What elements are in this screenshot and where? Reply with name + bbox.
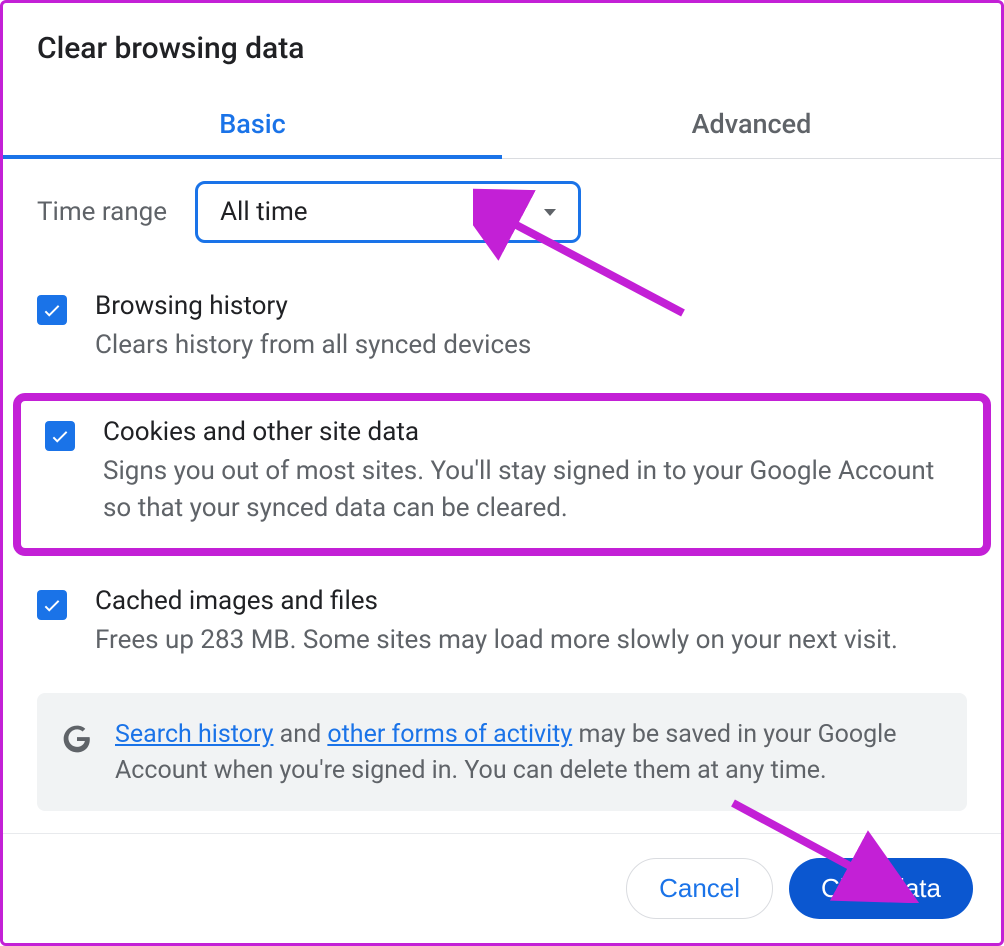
google-logo-icon bbox=[61, 723, 93, 759]
tab-bar: Basic Advanced bbox=[3, 90, 1001, 159]
check-icon bbox=[41, 299, 63, 321]
option-title: Cookies and other site data bbox=[103, 417, 959, 447]
option-title: Browsing history bbox=[95, 291, 967, 321]
checkbox-cache[interactable] bbox=[37, 590, 67, 620]
caret-down-icon bbox=[544, 209, 556, 216]
tab-basic[interactable]: Basic bbox=[3, 90, 502, 158]
clear-data-button[interactable]: Clear data bbox=[789, 858, 973, 919]
dialog-title: Clear browsing data bbox=[3, 3, 1001, 90]
time-range-row: Time range All time bbox=[3, 159, 1001, 269]
option-desc: Frees up 283 MB. Some sites may load mor… bbox=[95, 622, 967, 658]
other-activity-link[interactable]: other forms of activity bbox=[327, 720, 572, 749]
tab-advanced[interactable]: Advanced bbox=[502, 90, 1001, 158]
dialog-footer: Cancel Clear data bbox=[3, 833, 1001, 943]
time-range-label: Time range bbox=[37, 197, 167, 227]
search-history-link[interactable]: Search history bbox=[115, 720, 273, 749]
option-browsing-history: Browsing history Clears history from all… bbox=[3, 269, 1001, 385]
time-range-value: All time bbox=[220, 197, 307, 227]
check-icon bbox=[49, 425, 71, 447]
check-icon bbox=[41, 594, 63, 616]
option-desc: Clears history from all synced devices bbox=[95, 327, 967, 363]
option-cookies: Cookies and other site data Signs you ou… bbox=[13, 393, 991, 556]
checkbox-cookies[interactable] bbox=[45, 421, 75, 451]
time-range-select[interactable]: All time bbox=[195, 181, 581, 243]
option-title: Cached images and files bbox=[95, 586, 967, 616]
checkbox-browsing-history[interactable] bbox=[37, 295, 67, 325]
clear-browsing-data-dialog: Clear browsing data Basic Advanced Time … bbox=[0, 0, 1004, 946]
option-cache: Cached images and files Frees up 283 MB.… bbox=[3, 564, 1001, 680]
option-desc: Signs you out of most sites. You'll stay… bbox=[103, 453, 959, 526]
info-text: Search history and other forms of activi… bbox=[115, 717, 943, 790]
cancel-button[interactable]: Cancel bbox=[626, 858, 773, 919]
google-info-box: Search history and other forms of activi… bbox=[37, 693, 967, 812]
